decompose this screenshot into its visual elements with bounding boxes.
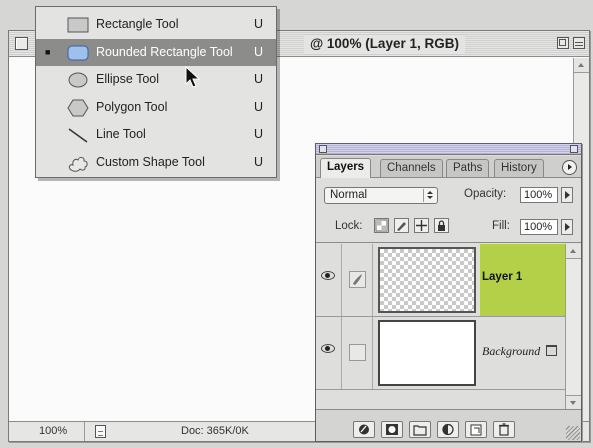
layer-thumbnail <box>378 320 476 386</box>
close-box-icon[interactable] <box>15 37 28 50</box>
new-layer-set-button[interactable] <box>409 421 431 438</box>
collapse-box-icon[interactable] <box>573 37 585 49</box>
menu-item-shortcut: U <box>253 154 263 169</box>
tab-history[interactable]: History <box>494 159 544 177</box>
lock-brush-icon[interactable] <box>394 218 409 233</box>
lock-move-icon[interactable] <box>414 218 429 233</box>
menu-item-shortcut: U <box>253 17 263 31</box>
menu-item-label: Polygon Tool <box>96 99 168 114</box>
menu-item-label: Rounded Rectangle Tool <box>96 44 233 59</box>
layer-name-cell[interactable]: Layer 1 <box>480 244 565 316</box>
menu-item-label: Custom Shape Tool <box>96 154 205 169</box>
layer-thumbnail-cell[interactable] <box>374 317 480 389</box>
eye-icon <box>321 344 335 353</box>
blend-mode-value: Normal <box>330 189 368 201</box>
blend-mode-select[interactable]: Normal <box>324 187 438 204</box>
rounded-rectangle-shape-icon <box>66 44 90 62</box>
opacity-field[interactable]: 100% <box>520 187 558 203</box>
rectangle-shape-icon <box>66 16 90 34</box>
menu-item-rectangle-tool[interactable]: Rectangle Tool U <box>36 11 276 39</box>
eye-icon <box>321 271 335 280</box>
visibility-toggle[interactable] <box>316 244 342 316</box>
palette-close-box-icon[interactable] <box>319 145 327 153</box>
document-title: @ 100% (Layer 1, RGB) <box>304 35 465 53</box>
mouse-pointer-icon <box>185 66 201 88</box>
layer-row-layer-1[interactable]: Layer 1 <box>316 244 565 317</box>
layer-link-cell[interactable] <box>343 317 373 389</box>
layers-vertical-scrollbar[interactable] <box>565 244 581 410</box>
fill-label: Fill: <box>492 220 510 232</box>
palette-tabs: Layers Channels Paths History <box>316 156 581 178</box>
fill-slider-arrow-icon[interactable] <box>561 219 573 235</box>
menu-item-line-tool[interactable]: Line Tool U <box>36 121 276 149</box>
layer-thumbnail-cell[interactable] <box>374 244 480 316</box>
menu-item-rounded-rectangle-tool[interactable]: ■ Rounded Rectangle Tool U <box>36 38 276 66</box>
visibility-toggle[interactable] <box>316 317 342 389</box>
delete-layer-trash-icon[interactable] <box>493 421 515 438</box>
layer-row-background[interactable]: Background <box>316 317 565 390</box>
ellipse-shape-icon <box>66 71 90 89</box>
layer-name: Layer 1 <box>482 271 523 283</box>
line-shape-icon <box>66 126 90 144</box>
selected-check-icon: ■ <box>45 46 51 57</box>
opacity-label: Opacity: <box>464 188 507 200</box>
document-info-icon[interactable] <box>95 425 106 438</box>
zoom-box-icon[interactable] <box>557 37 569 49</box>
lock-icon <box>546 345 557 356</box>
new-adjustment-layer-button[interactable] <box>437 421 459 438</box>
polygon-shape-icon <box>66 99 90 117</box>
layer-name-cell[interactable]: Background <box>480 317 565 389</box>
scroll-down-arrow-icon[interactable] <box>566 395 581 410</box>
lock-all-icon[interactable] <box>434 218 449 233</box>
add-layer-style-button[interactable] <box>353 421 375 438</box>
palette-menu-arrow-icon[interactable] <box>562 160 577 175</box>
lock-transparency-icon[interactable] <box>374 218 389 233</box>
menu-item-shortcut: U <box>253 127 263 141</box>
lock-options-row: Lock: Fill: 100% <box>316 210 581 243</box>
menu-item-polygon-tool[interactable]: Polygon Tool U <box>36 94 276 122</box>
palette-collapse-box-icon[interactable] <box>570 145 578 153</box>
custom-shape-icon <box>66 154 90 172</box>
scroll-up-arrow-icon[interactable] <box>566 244 581 259</box>
add-layer-mask-button[interactable] <box>381 421 403 438</box>
menu-item-shortcut: U <box>253 72 263 86</box>
resize-grip-icon[interactable] <box>566 426 580 440</box>
lock-label: Lock: <box>335 220 363 232</box>
zoom-level-field[interactable]: 100% <box>9 422 85 441</box>
opacity-slider-arrow-icon[interactable] <box>561 187 573 203</box>
scroll-up-arrow-icon[interactable] <box>574 58 589 73</box>
fill-field[interactable]: 100% <box>520 219 558 235</box>
menu-item-shortcut: U <box>253 99 263 114</box>
menu-item-custom-shape-tool[interactable]: Custom Shape Tool U <box>36 149 276 177</box>
select-arrows-icon <box>423 189 435 202</box>
paintbrush-icon <box>349 271 366 288</box>
menu-item-label: Ellipse Tool <box>96 72 160 86</box>
new-layer-button[interactable] <box>465 421 487 438</box>
palette-bottom-bar <box>316 409 581 441</box>
document-size-readout: Doc: 365K/0K <box>181 425 249 437</box>
layers-palette: Layers Channels Paths History Normal Opa… <box>315 143 582 442</box>
blend-options-row: Normal Opacity: 100% <box>316 179 581 209</box>
shape-tool-flyout-menu: Rectangle Tool U ■ Rounded Rectangle Too… <box>35 6 277 178</box>
tab-layers[interactable]: Layers <box>320 158 372 178</box>
menu-item-label: Line Tool <box>96 127 146 141</box>
tab-paths[interactable]: Paths <box>446 159 490 177</box>
menu-item-label: Rectangle Tool <box>96 17 179 31</box>
tab-channels[interactable]: Channels <box>380 159 443 177</box>
menu-item-shortcut: U <box>253 44 263 59</box>
menu-item-ellipse-tool[interactable]: Ellipse Tool U <box>36 66 276 94</box>
layers-list: Layer 1 Background <box>316 244 565 390</box>
layer-name: Background <box>482 344 541 358</box>
palette-titlebar[interactable] <box>316 144 581 155</box>
empty-link-box <box>349 344 366 361</box>
layer-thumbnail <box>378 247 476 313</box>
layer-link-cell[interactable] <box>343 244 373 316</box>
